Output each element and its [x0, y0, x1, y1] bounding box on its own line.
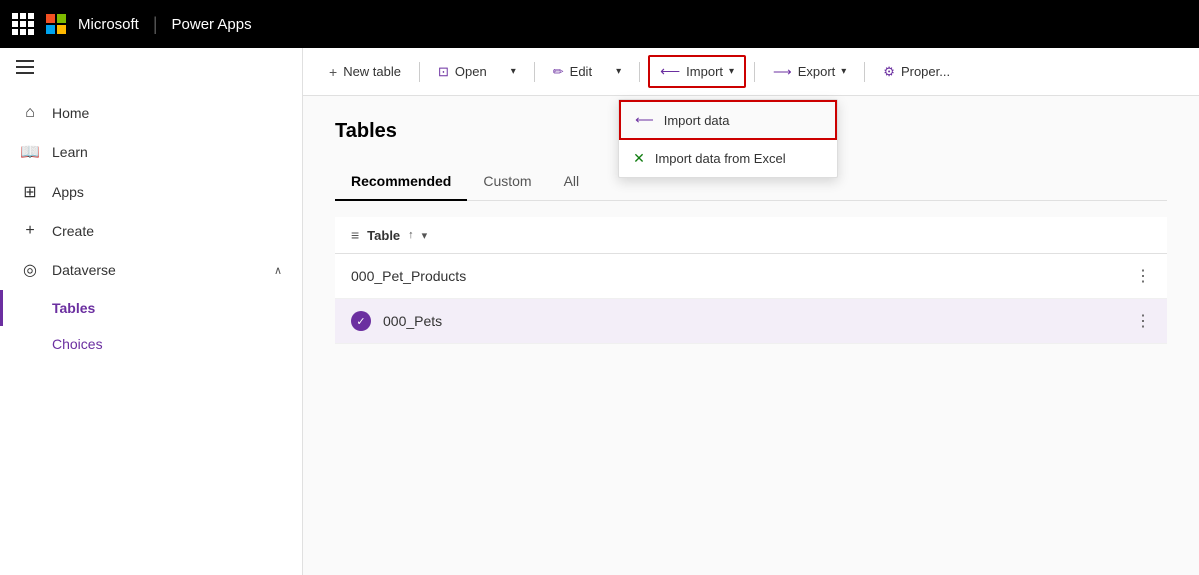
microsoft-logo	[46, 14, 66, 34]
hamburger-icon	[16, 60, 286, 74]
waffle-icon[interactable]	[12, 13, 34, 35]
row2-more-icon[interactable]: ⋮	[1135, 311, 1151, 331]
table-row[interactable]: 000_Pet_Products ⋮	[335, 254, 1167, 299]
new-table-button[interactable]: + New table	[319, 58, 411, 86]
home-icon: ⌂	[20, 104, 40, 122]
row1-name: 000_Pet_Products	[351, 268, 466, 284]
top-bar: Microsoft | Power Apps	[0, 0, 1199, 48]
sidebar-item-home-label: Home	[52, 105, 89, 121]
tab-all[interactable]: All	[548, 163, 596, 201]
apps-icon: ⊞	[20, 182, 40, 202]
toolbar-sep-3	[639, 62, 640, 82]
new-table-label: New table	[343, 64, 401, 79]
properties-icon: ⚙	[883, 64, 895, 80]
open-icon: ⊡	[438, 64, 449, 80]
export-button[interactable]: ⟶ Export ▾	[763, 58, 856, 86]
edit-icon: ✏	[553, 64, 564, 80]
table-header: ≡ Table ↑ ▾	[335, 217, 1167, 254]
row2-name: 000_Pets	[383, 313, 442, 329]
open-chevron-icon: ▾	[511, 66, 516, 77]
open-chevron-button[interactable]: ▾	[501, 60, 526, 83]
toolbar-sep-1	[419, 62, 420, 82]
microsoft-label: Microsoft	[78, 16, 139, 33]
import-excel-label: Import data from Excel	[655, 151, 786, 166]
export-icon: ⟶	[773, 64, 792, 80]
brand-separator: |	[153, 14, 158, 35]
row-left-1: 000_Pet_Products	[351, 268, 466, 284]
properties-label: Proper...	[901, 64, 950, 79]
import-dropdown-menu: ⟵ Import data ✕ Import data from Excel	[618, 99, 838, 178]
open-label: Open	[455, 64, 487, 79]
table-col-label: Table	[367, 228, 400, 243]
import-excel-item[interactable]: ✕ Import data from Excel	[619, 140, 837, 177]
sidebar-item-dataverse[interactable]: ◎ Dataverse ∧	[0, 250, 302, 290]
sidebar-item-tables[interactable]: Tables	[0, 290, 302, 326]
create-icon: +	[20, 222, 40, 240]
table-area: ≡ Table ↑ ▾ 000_Pet_Products ⋮ ✓ 00	[335, 217, 1167, 344]
toolbar-sep-5	[864, 62, 865, 82]
sidebar-item-tables-label: Tables	[52, 300, 95, 316]
row1-more-icon[interactable]: ⋮	[1135, 266, 1151, 286]
row-left-2: ✓ 000_Pets	[351, 311, 442, 331]
edit-chevron-icon: ▾	[616, 66, 621, 77]
sidebar-item-choices-label: Choices	[52, 336, 103, 352]
import-data-icon: ⟵	[635, 112, 654, 128]
export-chevron-icon: ▾	[841, 66, 846, 77]
learn-icon: 📖	[20, 142, 40, 162]
edit-label: Edit	[570, 64, 592, 79]
hamburger-button[interactable]	[0, 48, 302, 86]
export-label: Export	[798, 64, 836, 79]
import-data-item[interactable]: ⟵ Import data	[619, 100, 837, 140]
active-bar	[0, 290, 3, 326]
dataverse-icon: ◎	[20, 260, 40, 280]
toolbar: + New table ⊡ Open ▾ ✏ Edit ▾	[303, 48, 1199, 96]
edit-chevron-button[interactable]: ▾	[606, 60, 631, 83]
properties-button[interactable]: ⚙ Proper...	[873, 58, 960, 86]
import-dropdown-container: ⟵ Import ▾ ⟵ Import data ✕ Import data f…	[648, 55, 746, 88]
excel-icon: ✕	[633, 150, 645, 167]
dataverse-left: ◎ Dataverse	[20, 260, 116, 280]
sort-up-icon: ↑	[408, 229, 414, 241]
edit-button[interactable]: ✏ Edit	[543, 58, 602, 86]
sidebar-item-create[interactable]: + Create	[0, 212, 302, 250]
sort-toggle-icon[interactable]: ▾	[422, 229, 428, 242]
toolbar-sep-4	[754, 62, 755, 82]
sidebar-item-learn[interactable]: 📖 Learn	[0, 132, 302, 172]
sidebar-nav: ⌂ Home 📖 Learn ⊞ Apps + Create ◎ Dataver…	[0, 86, 302, 370]
import-button[interactable]: ⟵ Import ▾	[648, 55, 746, 88]
tab-custom[interactable]: Custom	[467, 163, 547, 201]
sidebar-item-apps[interactable]: ⊞ Apps	[0, 172, 302, 212]
chevron-up-icon: ∧	[274, 264, 282, 277]
content-area: + New table ⊡ Open ▾ ✏ Edit ▾	[303, 48, 1199, 575]
sidebar-item-choices[interactable]: Choices	[0, 326, 302, 362]
import-chevron-icon: ▾	[729, 66, 734, 77]
tab-recommended[interactable]: Recommended	[335, 163, 467, 201]
table-row[interactable]: ✓ 000_Pets ⋮	[335, 299, 1167, 344]
sidebar-item-home[interactable]: ⌂ Home	[0, 94, 302, 132]
sidebar: ⌂ Home 📖 Learn ⊞ Apps + Create ◎ Dataver…	[0, 48, 303, 575]
sidebar-item-create-label: Create	[52, 223, 94, 239]
import-label: Import	[686, 64, 723, 79]
toolbar-sep-2	[534, 62, 535, 82]
open-button[interactable]: ⊡ Open	[428, 58, 497, 86]
import-data-label: Import data	[664, 113, 730, 128]
main-layout: ⌂ Home 📖 Learn ⊞ Apps + Create ◎ Dataver…	[0, 48, 1199, 575]
sidebar-item-apps-label: Apps	[52, 184, 84, 200]
list-view-icon: ≡	[351, 227, 359, 243]
sidebar-item-dataverse-label: Dataverse	[52, 262, 116, 278]
sidebar-item-learn-label: Learn	[52, 144, 88, 160]
new-table-plus-icon: +	[329, 64, 337, 80]
powerapps-brand: Power Apps	[172, 16, 252, 33]
selected-check-icon: ✓	[351, 311, 371, 331]
import-icon: ⟵	[660, 63, 680, 80]
